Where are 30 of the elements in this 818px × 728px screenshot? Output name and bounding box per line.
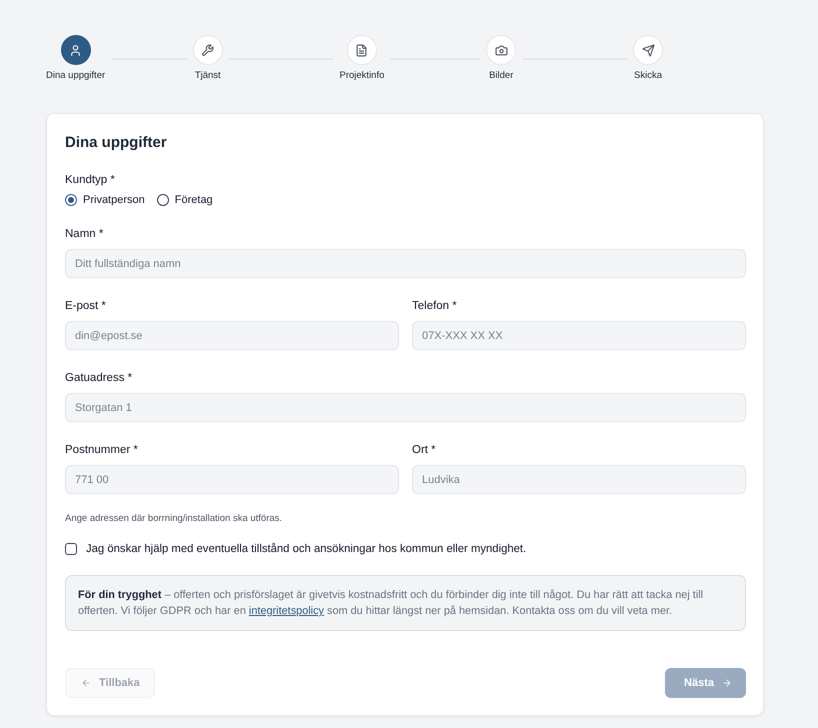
text-field[interactable]: Storgatan 1 [65,393,746,422]
step-label: Dina uppgifter [46,70,106,82]
step-label: Skicka [634,70,662,82]
text-field[interactable]: Ludvika [412,465,746,494]
step-label: Tjänst [194,70,221,82]
notice-text: För din trygghet – offerten och prisförslaget är givetvis kostnadsfritt och du förbinder dig inte till något. Du har rätt att tacka nej till offerten. Vi följer GDPR och har en integritetspolicy som du hittar längst ner på hemsidan. Kontakta oss om du vill veta mer. [78,588,704,619]
text-field[interactable]: Ditt fullständiga namn [65,249,746,278]
arrow-right-icon [722,678,732,688]
checkbox-label[interactable]: Jag önskar hjälp med eventuella tillstånd och ansökningar hos kommun eller myndighet. [86,542,526,556]
text-field[interactable]: 771 00 [65,465,399,494]
helper-text: Ange adressen där borrning/installation ska utföras. [65,513,284,525]
arrow-left-icon [81,678,91,688]
radio-label[interactable]: Företag [174,193,213,207]
text-field[interactable]: 07X-XXX XX XX [412,321,746,350]
radio-button[interactable] [156,194,169,206]
field-label: Namn * [65,227,104,241]
field-label: Telefon * [412,299,458,313]
field-label: E-post * [65,299,107,313]
radio-label[interactable]: Privatperson [83,193,145,207]
radio-button[interactable] [65,194,77,206]
privacy-policy-link[interactable]: integritetspolicy [248,605,324,617]
field-label: Postnummer * [65,443,139,457]
field-label: Ort * [412,443,437,457]
step-label: Projektinfo [340,70,384,82]
form-title: Dina uppgifter [65,133,168,153]
step-label: Bilder [489,70,514,82]
field-label: Kundtyp * [65,173,116,187]
checkbox[interactable] [65,543,77,555]
field-label: Gatuadress * [65,371,134,385]
text-field[interactable]: din@epost.se [65,321,399,350]
